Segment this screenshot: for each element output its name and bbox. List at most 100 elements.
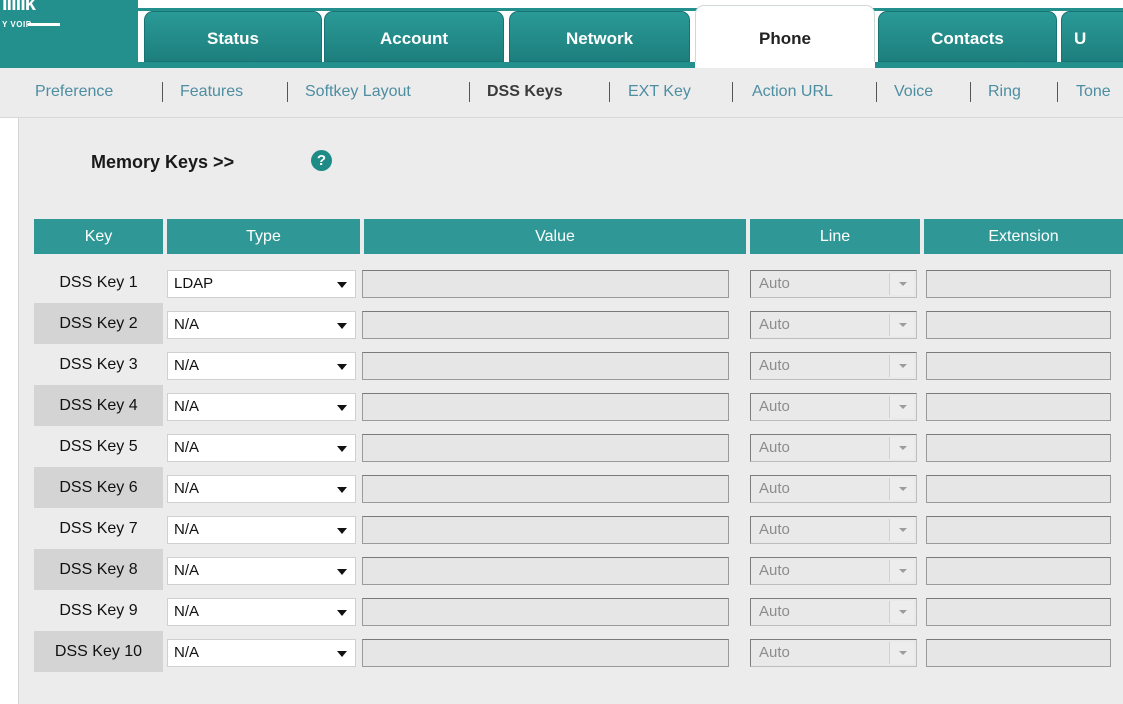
extension-input[interactable] bbox=[926, 639, 1111, 667]
line-dropdown-button[interactable] bbox=[889, 601, 914, 623]
subnav-tone[interactable]: Tone bbox=[1076, 83, 1111, 101]
type-select-value: N/A bbox=[174, 398, 200, 415]
subnav-ring[interactable]: Ring bbox=[988, 83, 1021, 101]
type-select[interactable]: LDAP bbox=[167, 270, 356, 298]
extension-input[interactable] bbox=[926, 352, 1111, 380]
extension-input[interactable] bbox=[926, 516, 1111, 544]
chevron-down-icon bbox=[337, 569, 347, 575]
table-row: DSS Key 8 N/A Auto bbox=[34, 549, 1123, 590]
line-select[interactable]: Auto bbox=[750, 434, 917, 462]
subnav-features[interactable]: Features bbox=[180, 83, 243, 101]
subnav-preference[interactable]: Preference bbox=[35, 83, 113, 101]
line-select-value: Auto bbox=[759, 439, 790, 456]
value-input[interactable] bbox=[362, 557, 729, 585]
line-dropdown-button[interactable] bbox=[889, 396, 914, 418]
tab-status[interactable]: Status bbox=[144, 11, 322, 62]
value-input[interactable] bbox=[362, 393, 729, 421]
tab-network[interactable]: Network bbox=[509, 11, 690, 62]
line-dropdown-button[interactable] bbox=[889, 560, 914, 582]
line-select[interactable]: Auto bbox=[750, 557, 917, 585]
subnav-separator bbox=[162, 82, 163, 102]
subnav-ext-key[interactable]: EXT Key bbox=[628, 83, 691, 101]
line-select-value: Auto bbox=[759, 644, 790, 661]
type-select[interactable]: N/A bbox=[167, 557, 356, 585]
dss-key-label: DSS Key 8 bbox=[34, 549, 163, 590]
tab-phone[interactable]: Phone bbox=[695, 5, 875, 62]
value-input[interactable] bbox=[362, 598, 729, 626]
line-select[interactable]: Auto bbox=[750, 352, 917, 380]
extension-input[interactable] bbox=[926, 557, 1111, 585]
type-select[interactable]: N/A bbox=[167, 598, 356, 626]
line-select-value: Auto bbox=[759, 480, 790, 497]
tab-account[interactable]: Account bbox=[324, 11, 504, 62]
main-content: Memory Keys >> ? Key Type Value Line Ext… bbox=[19, 118, 1123, 704]
dss-key-label: DSS Key 4 bbox=[34, 385, 163, 426]
dss-key-label: DSS Key 7 bbox=[59, 520, 138, 537]
type-select[interactable]: N/A bbox=[167, 311, 356, 339]
line-select[interactable]: Auto bbox=[750, 393, 917, 421]
line-dropdown-button[interactable] bbox=[889, 437, 914, 459]
value-input[interactable] bbox=[362, 434, 729, 462]
chevron-down-icon bbox=[899, 323, 907, 327]
table-row: DSS Key 5 N/A Auto bbox=[34, 426, 1123, 467]
line-select-value: Auto bbox=[759, 521, 790, 538]
dss-key-label: DSS Key 2 bbox=[34, 303, 163, 344]
table-row: DSS Key 2 N/A Auto bbox=[34, 303, 1123, 344]
line-select-value: Auto bbox=[759, 316, 790, 333]
line-select[interactable]: Auto bbox=[750, 639, 917, 667]
extension-input[interactable] bbox=[926, 598, 1111, 626]
type-select-value: N/A bbox=[174, 439, 200, 456]
chevron-down-icon bbox=[337, 364, 347, 370]
type-select[interactable]: N/A bbox=[167, 434, 356, 462]
type-select[interactable]: N/A bbox=[167, 639, 356, 667]
chevron-down-icon bbox=[337, 528, 347, 534]
subnav-dss-keys[interactable]: DSS Keys bbox=[487, 83, 563, 101]
table-row: DSS Key 10 N/A Auto bbox=[34, 631, 1123, 672]
type-select[interactable]: N/A bbox=[167, 352, 356, 380]
type-select[interactable]: N/A bbox=[167, 475, 356, 503]
extension-input[interactable] bbox=[926, 393, 1111, 421]
value-input[interactable] bbox=[362, 475, 729, 503]
subnav-action-url[interactable]: Action URL bbox=[752, 83, 833, 101]
line-select[interactable]: Auto bbox=[750, 598, 917, 626]
dss-key-label: DSS Key 10 bbox=[34, 631, 163, 672]
column-header-extension: Extension bbox=[924, 219, 1123, 254]
chevron-down-icon bbox=[337, 405, 347, 411]
value-input[interactable] bbox=[362, 311, 729, 339]
extension-input[interactable] bbox=[926, 270, 1111, 298]
extension-input[interactable] bbox=[926, 475, 1111, 503]
line-select[interactable]: Auto bbox=[750, 270, 917, 298]
subnav-softkey-layout[interactable]: Softkey Layout bbox=[305, 83, 411, 101]
value-input[interactable] bbox=[362, 270, 729, 298]
extension-input[interactable] bbox=[926, 311, 1111, 339]
line-dropdown-button[interactable] bbox=[889, 478, 914, 500]
line-select[interactable]: Auto bbox=[750, 311, 917, 339]
line-select-value: Auto bbox=[759, 562, 790, 579]
column-header-key: Key bbox=[34, 219, 163, 254]
page-title: Memory Keys >> bbox=[91, 152, 235, 172]
line-select-value: Auto bbox=[759, 275, 790, 292]
chevron-down-icon bbox=[899, 405, 907, 409]
type-select[interactable]: N/A bbox=[167, 393, 356, 421]
line-select[interactable]: Auto bbox=[750, 516, 917, 544]
line-dropdown-button[interactable] bbox=[889, 642, 914, 664]
line-dropdown-button[interactable] bbox=[889, 519, 914, 541]
type-select-value: LDAP bbox=[174, 275, 214, 292]
dss-key-label: DSS Key 6 bbox=[34, 467, 163, 508]
type-select[interactable]: N/A bbox=[167, 516, 356, 544]
column-header-line: Line bbox=[750, 219, 920, 254]
line-dropdown-button[interactable] bbox=[889, 314, 914, 336]
tab-upgrade[interactable]: U bbox=[1061, 11, 1123, 62]
value-input[interactable] bbox=[362, 352, 729, 380]
dss-key-label: DSS Key 9 bbox=[59, 602, 138, 619]
subnav-voice[interactable]: Voice bbox=[894, 83, 933, 101]
value-input[interactable] bbox=[362, 516, 729, 544]
tab-contacts[interactable]: Contacts bbox=[878, 11, 1057, 62]
help-icon[interactable]: ? bbox=[311, 150, 332, 171]
chevron-down-icon bbox=[899, 446, 907, 450]
line-dropdown-button[interactable] bbox=[889, 273, 914, 295]
value-input[interactable] bbox=[362, 639, 729, 667]
line-select[interactable]: Auto bbox=[750, 475, 917, 503]
line-dropdown-button[interactable] bbox=[889, 355, 914, 377]
extension-input[interactable] bbox=[926, 434, 1111, 462]
